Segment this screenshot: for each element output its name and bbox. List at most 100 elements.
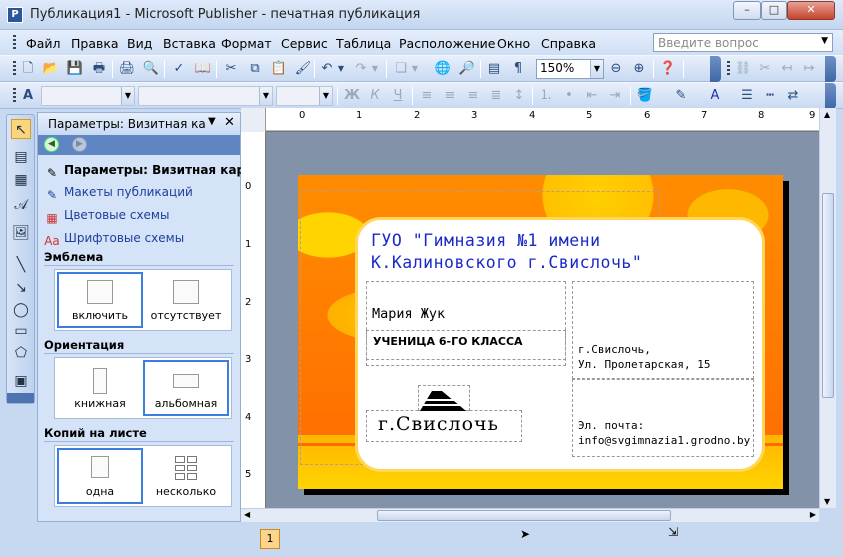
menu-format[interactable]: Формат xyxy=(221,36,272,51)
chevron-down-icon[interactable]: ▼ xyxy=(259,87,272,105)
unlink-text-box-icon[interactable]: ✂ xyxy=(756,60,774,78)
toolbar-options-icon[interactable] xyxy=(710,56,721,82)
line-spacing-icon[interactable]: ↕ xyxy=(510,87,528,105)
line-icon[interactable]: ╲ xyxy=(11,255,31,275)
minimize-button[interactable]: – xyxy=(733,1,761,20)
toolbar-grip[interactable] xyxy=(13,61,16,77)
toolbar-options-icon[interactable] xyxy=(825,83,836,109)
chevron-down-icon[interactable]: ▼ xyxy=(590,60,603,78)
logo-text[interactable]: г.Свислочь xyxy=(378,413,499,435)
bring-to-front-icon[interactable]: ❏ xyxy=(392,60,410,78)
toolbar-options-icon[interactable] xyxy=(825,56,836,82)
text-box-icon[interactable]: ▤ xyxy=(11,147,31,167)
tp-link-publication-layouts[interactable]: ✎ Макеты публикаций xyxy=(44,185,193,203)
line-style-icon[interactable]: ☰ xyxy=(738,87,756,105)
chevron-down-icon[interactable]: ▼ xyxy=(121,87,134,105)
menu-tools[interactable]: Сервис xyxy=(281,36,328,51)
vertical-ruler[interactable]: 0 1 2 3 4 5 xyxy=(241,132,266,508)
copy-icon[interactable]: ⧉ xyxy=(246,60,264,78)
toolbar-options-icon[interactable] xyxy=(7,393,34,403)
numbering-icon[interactable]: ⒈ xyxy=(537,87,555,105)
email-address[interactable]: info@svgimnazia1.grodno.by xyxy=(578,434,750,447)
close-icon[interactable]: ✕ xyxy=(224,115,235,130)
fill-color-icon[interactable]: 🪣 xyxy=(636,87,654,105)
next-text-box-icon[interactable]: ↦ xyxy=(800,60,818,78)
close-button[interactable]: ✕ xyxy=(787,1,835,20)
maximize-button[interactable]: □ xyxy=(761,1,787,20)
horizontal-scrollbar[interactable]: ◀ ▶ xyxy=(241,508,819,522)
tp-link-font-schemes[interactable]: Aa Шрифтовые схемы xyxy=(44,231,184,249)
menu-table[interactable]: Таблица xyxy=(336,36,391,51)
font-size-select[interactable]: ▼ xyxy=(276,86,333,106)
undo-dropdown-icon[interactable]: ▼ xyxy=(336,60,346,78)
link-text-box-icon[interactable]: ⛓ xyxy=(734,60,752,78)
research-icon[interactable]: 📖 xyxy=(194,60,212,78)
bullets-icon[interactable]: • xyxy=(560,87,578,105)
menu-file[interactable]: Файл xyxy=(26,36,61,51)
print-preview-icon[interactable]: 🔍 xyxy=(142,60,160,78)
line-color-icon[interactable]: ✎ xyxy=(672,87,690,105)
scroll-right-icon[interactable]: ▶ xyxy=(810,510,816,519)
format-painter-icon[interactable]: 🖌 xyxy=(294,60,312,78)
scroll-down-icon[interactable]: ▼ xyxy=(824,497,830,506)
new-document-icon[interactable]: 🗋 xyxy=(19,60,37,78)
tp-link-color-schemes[interactable]: ▦ Цветовые схемы xyxy=(44,208,169,226)
permission-icon[interactable]: 🖶 xyxy=(90,60,108,78)
spelling-icon[interactable]: ✓ xyxy=(170,60,188,78)
autoshapes-icon[interactable]: ⬠ xyxy=(11,343,31,363)
person-name[interactable]: Мария Жук xyxy=(372,306,445,322)
landscape-option[interactable]: альбомная xyxy=(143,360,229,416)
horizontal-scroll-thumb[interactable] xyxy=(377,510,671,521)
oval-icon[interactable]: ◯ xyxy=(11,300,31,320)
columns-icon[interactable]: ▤ xyxy=(485,60,503,78)
person-role[interactable]: УЧЕНИЦА 6-ГО КЛАССА xyxy=(373,335,523,348)
font-select[interactable]: ▼ xyxy=(138,86,273,106)
underline-icon[interactable]: Ч xyxy=(389,87,407,105)
menu-help[interactable]: Справка xyxy=(541,36,596,51)
styles-icon[interactable]: A xyxy=(19,87,37,105)
rectangle-icon[interactable]: ▭ xyxy=(11,321,31,341)
one-copy-option[interactable]: одна xyxy=(57,448,143,504)
menu-view[interactable]: Вид xyxy=(127,36,152,51)
toolbar-grip[interactable] xyxy=(727,61,730,77)
find-icon[interactable]: 🔎 xyxy=(458,60,476,78)
select-pointer-icon[interactable]: ↖ xyxy=(11,119,31,139)
menubar-grip[interactable] xyxy=(13,35,16,51)
print-icon[interactable]: 🖨 xyxy=(118,60,136,78)
italic-icon[interactable]: К xyxy=(366,87,384,105)
dash-style-icon[interactable]: ┅ xyxy=(761,87,779,105)
redo-icon[interactable]: ↷ xyxy=(352,60,370,78)
ruler-corner[interactable] xyxy=(241,108,266,132)
picture-frame-icon[interactable]: 🖼 xyxy=(11,223,31,243)
portrait-option[interactable]: книжная xyxy=(57,360,143,416)
redo-dropdown-icon[interactable]: ▼ xyxy=(370,60,380,78)
align-center-icon[interactable]: ≡ xyxy=(441,87,459,105)
publisher-app-icon[interactable]: P xyxy=(7,7,23,23)
insert-hyperlink-icon[interactable]: 🌐 xyxy=(434,60,452,78)
logo-none-option[interactable]: отсутствует xyxy=(143,272,229,328)
arrow-style-icon[interactable]: ⇄ xyxy=(784,87,802,105)
chevron-down-icon[interactable]: ▼ xyxy=(319,87,332,105)
wordart-icon[interactable]: 𝒜 xyxy=(11,195,31,215)
save-icon[interactable]: 💾 xyxy=(66,60,84,78)
menu-insert[interactable]: Вставка xyxy=(163,36,216,51)
paragraph-marks-icon[interactable]: ¶ xyxy=(509,60,527,78)
chevron-down-icon[interactable]: ▼ xyxy=(208,116,216,127)
justify-icon[interactable]: ≣ xyxy=(487,87,505,105)
address-line1[interactable]: г.Свислочь, xyxy=(578,343,651,356)
several-copies-option[interactable]: несколько xyxy=(143,448,229,504)
task-pane-title[interactable]: Параметры: Визитная карточка xyxy=(48,117,206,131)
scroll-left-icon[interactable]: ◀ xyxy=(244,510,250,519)
align-right-icon[interactable]: ≡ xyxy=(464,87,482,105)
arrow-icon[interactable]: ↘ xyxy=(11,278,31,298)
forward-arrow-icon[interactable]: ▶ xyxy=(72,137,87,152)
zoom-out-icon[interactable]: ⊖ xyxy=(607,60,625,78)
menu-edit[interactable]: Правка xyxy=(71,36,119,51)
decrease-indent-icon[interactable]: ⇤ xyxy=(583,87,601,105)
vertical-scroll-thumb[interactable] xyxy=(822,193,834,398)
vertical-scrollbar[interactable]: ▲ ▼ xyxy=(819,108,836,508)
paste-icon[interactable]: 📋 xyxy=(270,60,288,78)
chevron-down-icon[interactable]: ▼ xyxy=(821,36,828,46)
logo-on-option[interactable]: включить xyxy=(57,272,143,328)
organization-title[interactable]: ГУО "Гимназия №1 имени К.Калиновского г.… xyxy=(371,230,642,274)
